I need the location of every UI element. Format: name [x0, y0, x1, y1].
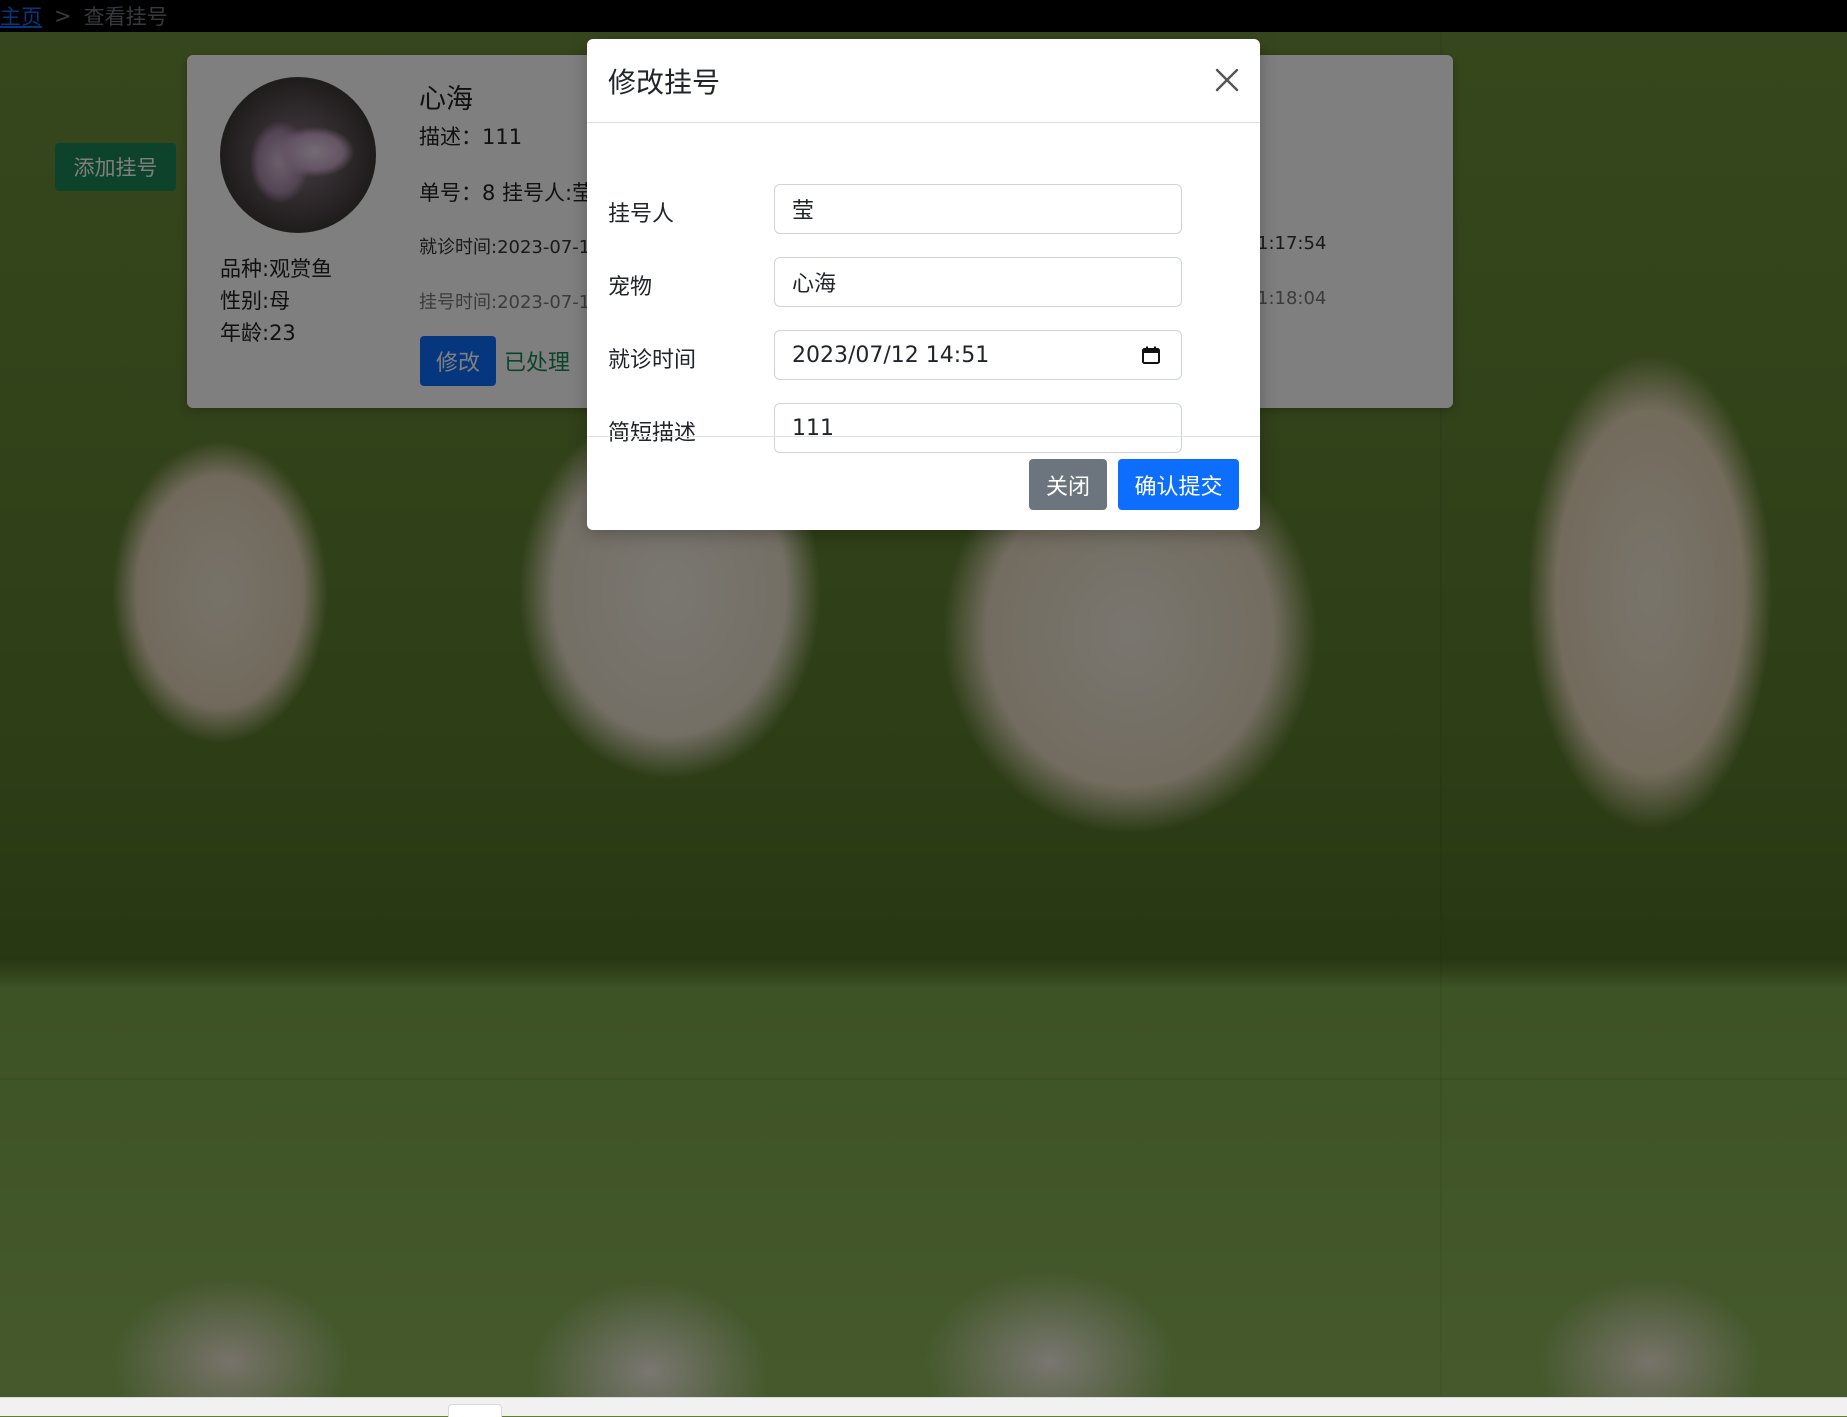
bottom-scrollbar[interactable]: [0, 1397, 1847, 1417]
visit-time-value: 2023/07/12 14:51: [792, 342, 990, 368]
submit-button[interactable]: 确认提交: [1118, 459, 1239, 510]
close-button[interactable]: 关闭: [1029, 459, 1107, 510]
edit-registration-modal: 修改挂号 挂号人 莹 宠物 心海 就诊时间 2023/07/12 14:51 简…: [587, 39, 1260, 530]
close-icon[interactable]: [1212, 65, 1242, 95]
registrant-input[interactable]: 莹: [774, 184, 1182, 234]
form-row-visit-time: 就诊时间 2023/07/12 14:51: [587, 330, 1260, 382]
visit-time-label: 就诊时间: [608, 348, 697, 373]
pet-input[interactable]: 心海: [774, 257, 1182, 307]
visit-time-input[interactable]: 2023/07/12 14:51: [774, 330, 1182, 380]
calendar-icon[interactable]: [1141, 345, 1161, 365]
scroll-thumb[interactable]: [448, 1404, 502, 1417]
modal-header: 修改挂号: [587, 39, 1260, 123]
form-row-registrant: 挂号人 莹: [587, 184, 1260, 236]
registrant-label: 挂号人: [608, 202, 675, 227]
form-row-pet: 宠物 心海: [587, 257, 1260, 309]
pet-label: 宠物: [608, 275, 653, 300]
modal-footer: 关闭 确认提交: [587, 436, 1260, 531]
modal-title: 修改挂号: [608, 66, 721, 99]
